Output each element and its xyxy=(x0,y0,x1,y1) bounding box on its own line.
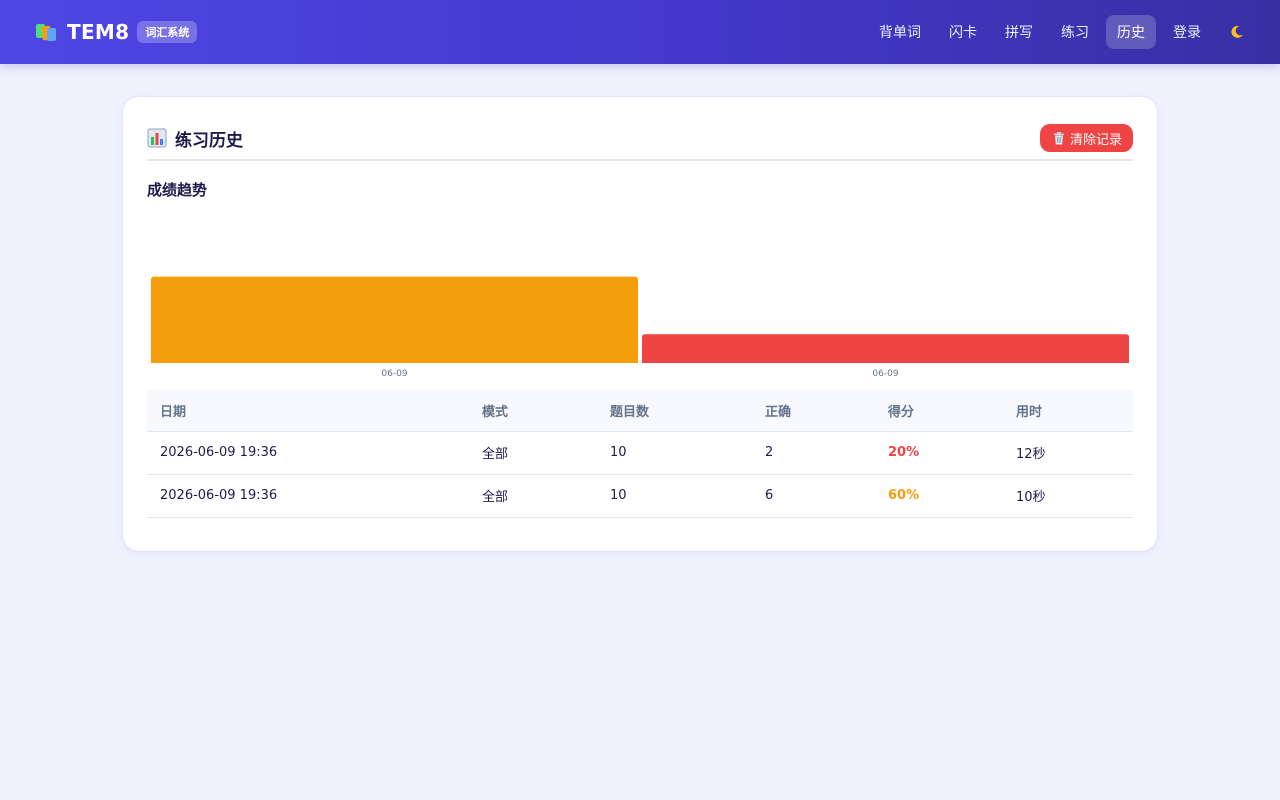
cell-date: 2026-06-09 19:36 xyxy=(147,474,469,518)
table-row: 2026-06-09 19:36 全部 10 2 20% 12秒 xyxy=(147,431,1133,475)
trend-section-title: 成绩趋势 xyxy=(147,181,208,199)
page-title: 练习历史 xyxy=(175,130,243,151)
chart-bar xyxy=(151,276,638,363)
chart-bar xyxy=(642,334,1129,363)
col-header-mode: 模式 xyxy=(469,390,597,432)
cell-date: 2026-06-09 19:36 xyxy=(147,431,469,475)
cell-score: 20% xyxy=(875,431,1003,475)
card-header: 练习历史 清除记录 xyxy=(147,121,1133,161)
table-header-row: 日期 模式 题目数 正确 得分 用时 xyxy=(147,390,1133,432)
nav-item-login[interactable]: 登录 xyxy=(1162,15,1212,49)
cell-count: 10 xyxy=(597,474,752,518)
col-header-correct: 正确 xyxy=(752,390,875,432)
theme-toggle-button[interactable] xyxy=(1226,21,1248,43)
cell-time: 10秒 xyxy=(1003,474,1133,518)
cell-score: 60% xyxy=(875,474,1003,518)
table-row: 2026-06-09 19:36 全部 10 6 60% 10秒 xyxy=(147,474,1133,518)
card-title-wrap: 练习历史 xyxy=(147,126,243,151)
cell-mode: 全部 xyxy=(469,431,597,475)
col-header-count: 题目数 xyxy=(597,390,752,432)
cell-mode: 全部 xyxy=(469,474,597,518)
cell-correct: 6 xyxy=(752,474,875,518)
clear-history-button[interactable]: 清除记录 xyxy=(1039,124,1133,152)
score-trend-svg: 06-09 06-09 xyxy=(151,276,1129,376)
score-trend-chart: 06-09 06-09 xyxy=(147,206,1133,376)
books-logo-icon xyxy=(36,22,58,42)
nav-item-spelling[interactable]: 拼写 xyxy=(994,15,1044,49)
nav-item-history[interactable]: 历史 xyxy=(1106,15,1156,49)
clear-history-label: 清除记录 xyxy=(1069,132,1122,148)
cell-count: 10 xyxy=(597,431,752,475)
cell-correct: 2 xyxy=(752,431,875,475)
bar-chart-icon xyxy=(147,128,167,148)
nav-menu: 背单词 闪卡 拼写 练习 历史 登录 xyxy=(862,15,1248,49)
nav-item-practice[interactable]: 练习 xyxy=(1050,15,1100,49)
nav-item-flashcards[interactable]: 闪卡 xyxy=(938,15,988,49)
nav-item-study[interactable]: 背单词 xyxy=(868,15,932,49)
moon-icon xyxy=(1231,25,1243,38)
brand-name: TEM8 xyxy=(67,20,130,44)
col-header-date: 日期 xyxy=(147,390,469,432)
top-navbar: TEM8 词汇系统 背单词 闪卡 拼写 练习 历史 登录 xyxy=(0,0,1280,64)
chart-x-tick-label: 06-09 xyxy=(381,369,407,376)
brand[interactable]: TEM8 词汇系统 xyxy=(36,20,198,44)
history-card: 练习历史 清除记录 成绩趋势 06-09 06-09 日期 模式 题目数 正确 xyxy=(123,97,1157,551)
cell-time: 12秒 xyxy=(1003,431,1133,475)
brand-badge: 词汇系统 xyxy=(137,21,198,43)
chart-x-tick-label: 06-09 xyxy=(872,369,898,376)
trash-icon xyxy=(1053,131,1064,144)
history-table: 日期 模式 题目数 正确 得分 用时 2026-06-09 19:36 全部 1… xyxy=(147,390,1133,518)
col-header-score: 得分 xyxy=(875,390,1003,432)
col-header-time: 用时 xyxy=(1003,390,1133,432)
